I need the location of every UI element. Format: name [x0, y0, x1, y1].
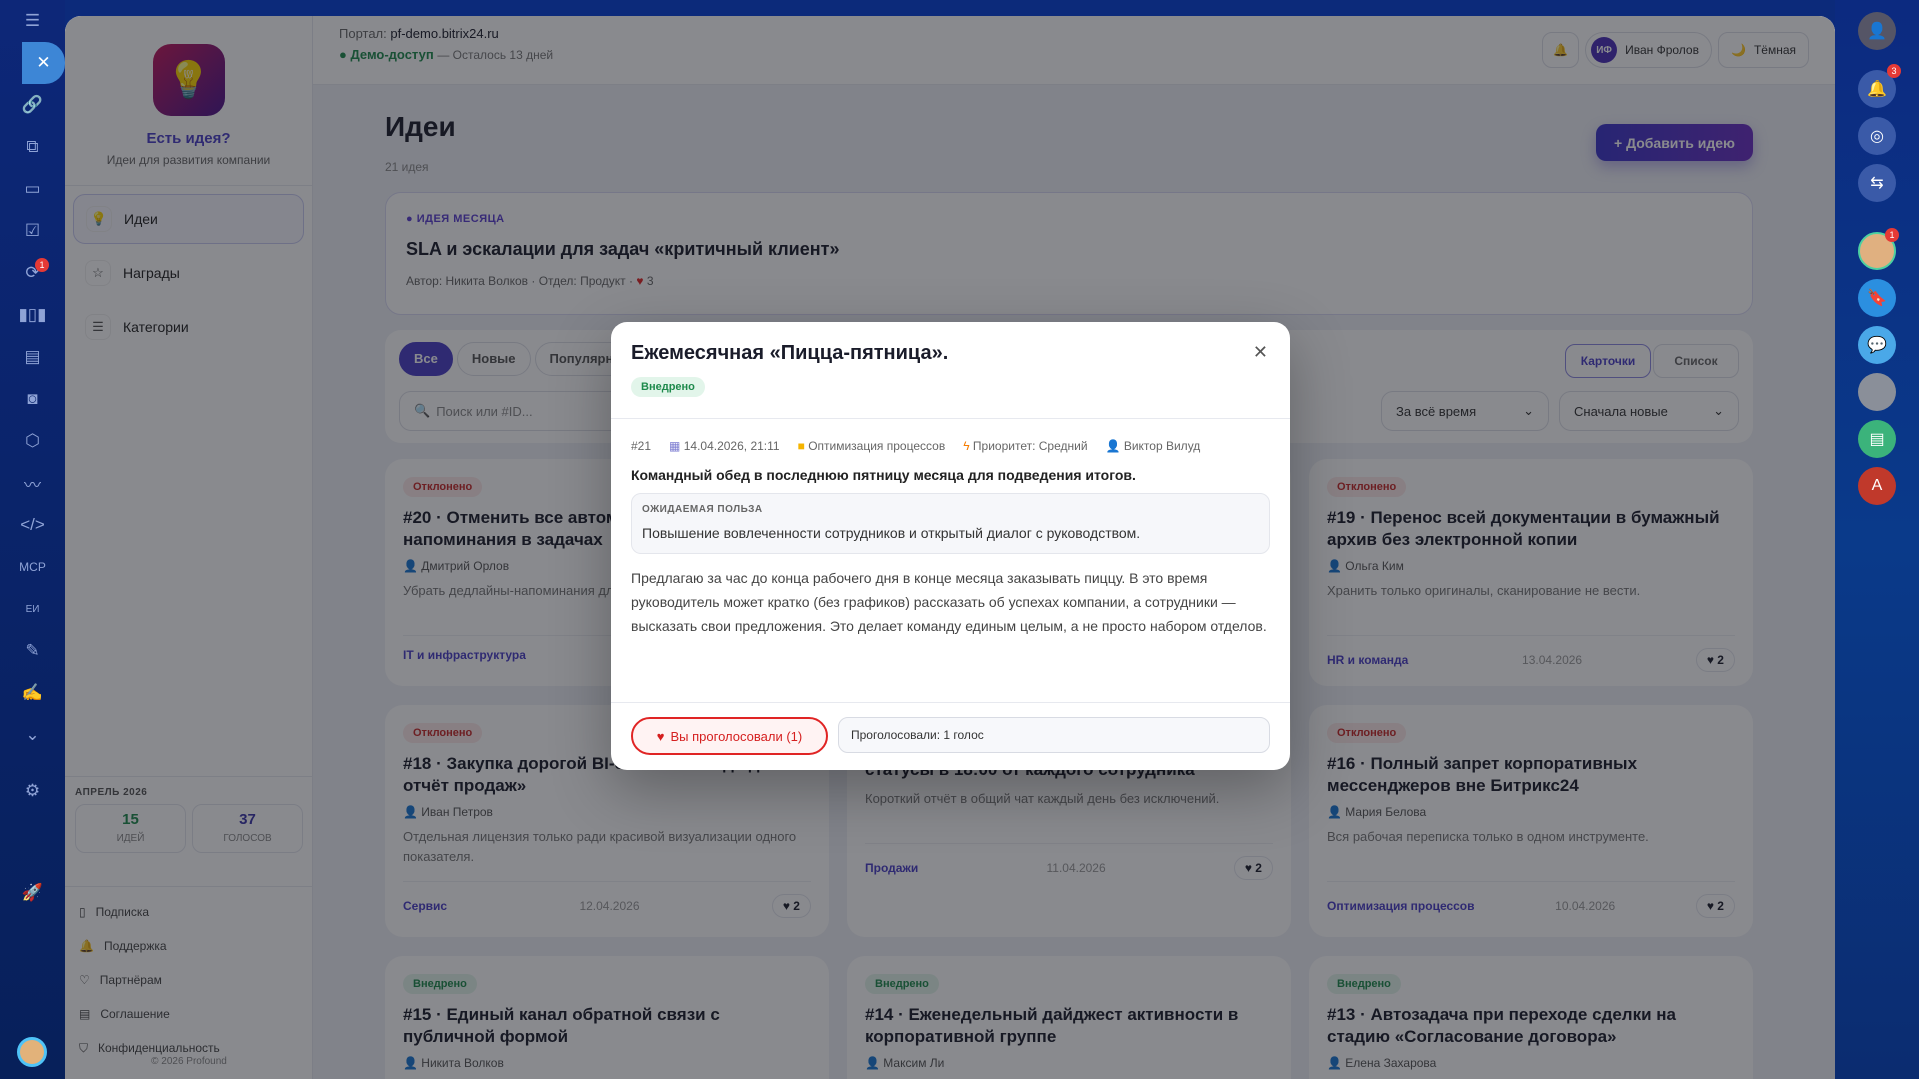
robot-icon[interactable]: ◙ — [0, 378, 65, 420]
rocket-icon[interactable]: 🚀 — [0, 872, 65, 914]
lightning-icon: ϟ — [963, 439, 970, 453]
close-icon[interactable]: ✕ — [1253, 342, 1268, 363]
idea-priority: ϟ Приоритет: Средний — [963, 439, 1088, 453]
benefit-label: ОЖИДАЕМАЯ ПОЛЬЗА — [642, 504, 763, 515]
menu-icon[interactable]: ☰ — [0, 0, 65, 42]
expected-benefit: ОЖИДАЕМАЯ ПОЛЬЗА Повышение вовлеченности… — [631, 493, 1270, 554]
close-slider-button[interactable]: ✕ — [22, 42, 65, 84]
user-avatar[interactable] — [17, 1037, 47, 1067]
workflow-badge: 1 — [35, 258, 49, 272]
document-icon[interactable]: ✎ — [0, 630, 65, 672]
open-new-window-icon[interactable]: ⧉ — [0, 126, 65, 168]
chevron-down-icon[interactable]: ⌄ — [0, 714, 65, 756]
code-icon[interactable]: </> — [0, 504, 65, 546]
chat-switch-icon[interactable]: ⇆ — [1858, 164, 1896, 202]
vote-button[interactable]: ♥ Вы проголосовали (1) — [631, 717, 828, 755]
app-ei-icon[interactable]: ЕИ — [0, 588, 65, 630]
box-icon[interactable]: ⬡ — [0, 420, 65, 462]
mcp-icon[interactable]: MCP — [0, 546, 65, 588]
contact-avatar-2[interactable] — [1858, 373, 1896, 411]
modal-title: Ежемесячная «Пицца-пятница». — [631, 342, 949, 364]
bookmark-icon[interactable]: 🔖 — [1858, 279, 1896, 317]
notifications-icon[interactable]: 🔔 3 — [1858, 64, 1901, 108]
user-letter-avatar[interactable]: A — [1858, 467, 1896, 505]
chat-icon[interactable]: 💬 — [1858, 326, 1896, 364]
user-icon: 👤 — [1105, 439, 1121, 453]
analytics-icon[interactable]: ▮▯▮ — [0, 294, 65, 336]
news-icon[interactable]: ▤ — [1858, 420, 1896, 458]
idea-meta: #21 ▦ 14.04.2026, 21:11 ■ Оптимизация пр… — [631, 439, 1270, 453]
idea-description: Предлагаю за час до конца рабочего дня в… — [631, 570, 1267, 634]
idea-summary: Командный обед в последнюю пятницу месяц… — [631, 467, 1136, 483]
crm-icon[interactable]: ▤ — [0, 336, 65, 378]
votes-info: Проголосовали: 1 голос — [838, 717, 1270, 753]
copilot-icon[interactable]: ◎ — [1858, 117, 1896, 155]
sites-icon[interactable]: 〰 — [0, 462, 65, 504]
settings-icon[interactable]: ⚙ — [0, 770, 65, 812]
idea-author: 👤 Виктор Вилуд — [1105, 439, 1201, 453]
bitrix-left-menu: ☰ ✕ 🔗 ⧉ ▭ ☑ ⟳ 1 ▮▯▮ ▤ ◙ ⬡ 〰 </> MCP ЕИ ✎ … — [0, 0, 65, 1079]
contact-avatar[interactable]: 1 — [1858, 228, 1899, 270]
sign-icon[interactable]: ✍ — [0, 672, 65, 714]
profile-icon[interactable]: 👤 — [1858, 12, 1896, 50]
idea-category: ■ Оптимизация процессов — [797, 439, 946, 453]
idea-date: ▦ 14.04.2026, 21:11 — [669, 439, 780, 453]
notifications-badge: 3 — [1887, 64, 1901, 78]
workflow-icon[interactable]: ⟳ 1 — [0, 252, 65, 294]
benefit-text: Повышение вовлеченности сотрудников и от… — [642, 525, 1141, 541]
idea-id: #21 — [631, 439, 652, 453]
contact-badge: 1 — [1885, 228, 1899, 242]
calendar-icon: ▦ — [669, 439, 681, 453]
bitrix-right-panel: 👤 🔔 3 ◎ ⇆ 1 🔖 💬 ▤ A — [1835, 0, 1919, 1079]
calendar-icon[interactable]: ▭ — [0, 168, 65, 210]
folder-icon: ■ — [797, 439, 805, 453]
tasks-icon[interactable]: ☑ — [0, 210, 65, 252]
idea-detail-modal: Ежемесячная «Пицца-пятница». Внедрено ✕ … — [611, 322, 1290, 770]
copy-link-icon[interactable]: 🔗 — [0, 84, 65, 126]
status-badge: Внедрено — [631, 377, 705, 397]
heart-icon: ♥ — [656, 728, 665, 744]
